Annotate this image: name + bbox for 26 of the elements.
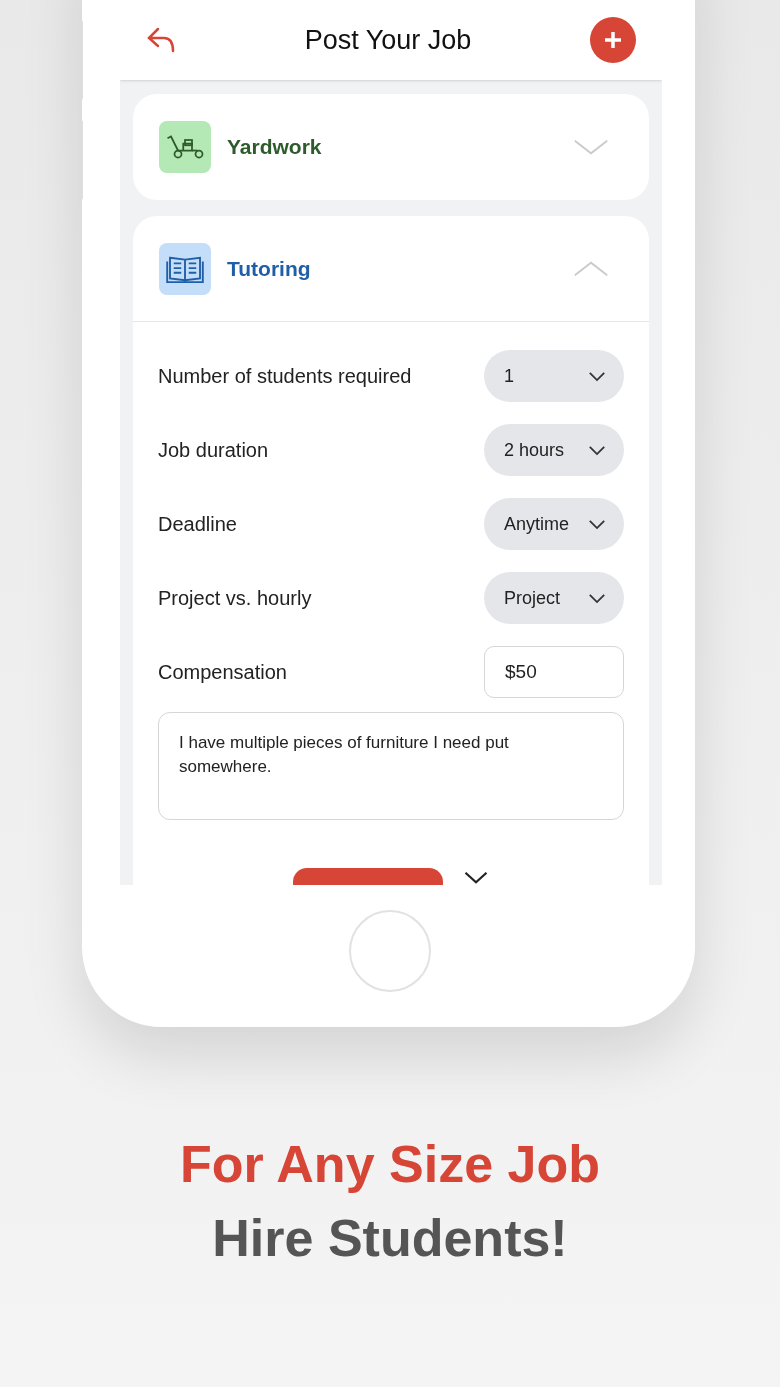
back-arrow-icon[interactable] — [146, 26, 176, 54]
category-label[interactable]: Tutoring — [227, 252, 557, 285]
chevron-down-icon[interactable] — [463, 871, 489, 885]
chevron-down-icon — [588, 592, 606, 604]
submit-button[interactable] — [293, 868, 443, 885]
plus-icon — [603, 30, 623, 50]
compensation-field[interactable]: $50 — [484, 646, 624, 698]
dropdown[interactable]: 1 — [484, 350, 624, 402]
category-label[interactable]: Yardwork — [227, 131, 557, 163]
add-button[interactable] — [590, 17, 636, 63]
field-label: Compensation — [158, 660, 287, 685]
chevron-down-icon — [588, 370, 606, 382]
tagline-subheading: Hire Students! — [212, 1208, 568, 1269]
dropdown[interactable]: Project — [484, 572, 624, 624]
chevron-down-icon — [588, 444, 606, 456]
chevron-down-icon — [588, 518, 606, 530]
dropdown[interactable]: 2 hours — [484, 424, 624, 476]
field-label: Deadline — [158, 512, 237, 537]
tagline-heading: For Any Size Job — [180, 1134, 600, 1195]
description-field[interactable]: I have multiple pieces of furniture I need put somewhere. — [158, 712, 624, 820]
field-label: Number of students required — [158, 364, 412, 389]
lawn-mower-icon — [165, 133, 205, 161]
field-label: Job duration — [158, 438, 269, 463]
dropdown[interactable]: Anytime — [484, 498, 624, 550]
field-label: Project vs. hourly — [158, 586, 312, 611]
page-title: Post Your Job — [304, 23, 472, 57]
